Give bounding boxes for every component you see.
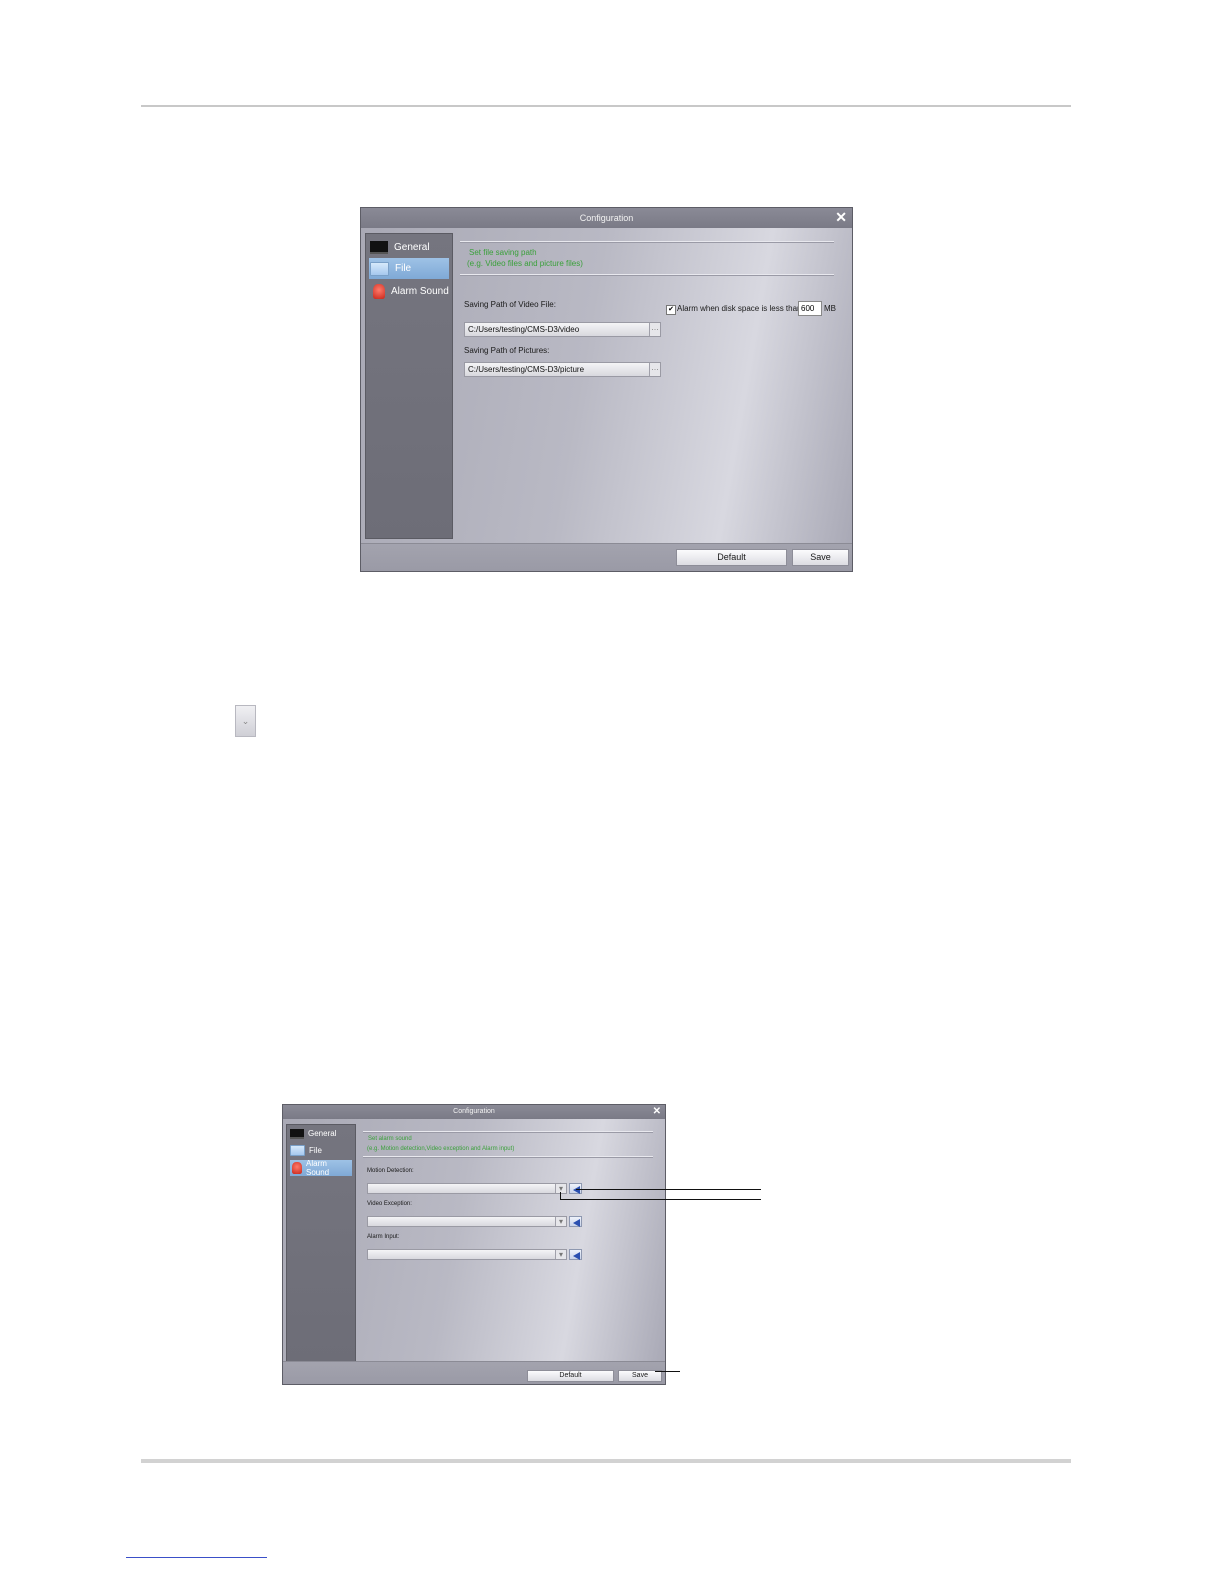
- video-exception-label: Video Exception:: [367, 1201, 412, 1207]
- nav-label: File: [309, 1146, 322, 1155]
- default-button[interactable]: Default: [527, 1370, 614, 1382]
- header-separator-top: [363, 1131, 653, 1132]
- hint-subtitle: (e.g. Video files and picture files): [467, 259, 583, 268]
- callout-line-save: [655, 1371, 680, 1372]
- bottom-rule: [141, 1459, 1071, 1463]
- nav-item-file[interactable]: File: [290, 1143, 352, 1158]
- dialog-titlebar: Configuration: [361, 208, 852, 228]
- alarm-input-label: Alarm Input:: [367, 1234, 400, 1240]
- header-separator-bottom: [363, 1156, 653, 1157]
- hint-title: Set alarm sound: [368, 1136, 412, 1142]
- alarm-disk-checkbox[interactable]: ✔: [666, 305, 676, 315]
- top-rule: [141, 105, 1071, 107]
- nav-label: General: [308, 1129, 337, 1138]
- motion-detection-select[interactable]: ▾: [367, 1183, 567, 1194]
- chevron-down-icon[interactable]: ▾: [555, 1250, 566, 1259]
- alarm-disk-unit: MB: [824, 304, 836, 313]
- callout-line-dropdown: [560, 1199, 761, 1200]
- nav-item-file[interactable]: File: [369, 258, 449, 279]
- nav-label: Alarm Sound: [306, 1159, 330, 1177]
- browse-icon[interactable]: …: [649, 323, 660, 336]
- video-exception-select[interactable]: ▾: [367, 1216, 567, 1227]
- close-icon[interactable]: ✕: [835, 208, 847, 226]
- nav-item-alarm-sound[interactable]: Alarm Sound: [290, 1159, 352, 1177]
- footer-link-underline: [126, 1557, 267, 1558]
- video-path-value: C:/Users/testing/CMS-D3/video: [468, 325, 580, 334]
- nav-item-general[interactable]: General: [369, 237, 449, 257]
- speaker-icon[interactable]: [569, 1216, 582, 1227]
- alarm-icon: [292, 1162, 302, 1174]
- callout-line-speaker: [576, 1189, 761, 1190]
- hint-subtitle: (e.g. Motion detection,Video exception a…: [367, 1146, 515, 1152]
- nav-item-alarm-sound[interactable]: Alarm Sound: [369, 281, 449, 301]
- dialog-title: Configuration: [579, 213, 634, 223]
- alarm-icon: [373, 283, 385, 299]
- default-button[interactable]: Default: [676, 549, 787, 566]
- sidebar: General File Alarm Sound: [286, 1124, 356, 1362]
- hint-title: Set file saving path: [469, 248, 537, 257]
- video-path-label: Saving Path of Video File:: [464, 300, 556, 309]
- header-separator-top: [460, 241, 834, 242]
- video-path-field[interactable]: C:/Users/testing/CMS-D3/video …: [464, 322, 661, 337]
- nav-label: Alarm Sound: [391, 285, 449, 297]
- pictures-path-label: Saving Path of Pictures:: [464, 346, 550, 355]
- nav-label: File: [395, 263, 412, 274]
- monitor-icon: [290, 1128, 304, 1139]
- nav-label: General: [394, 241, 430, 253]
- speaker-icon[interactable]: [569, 1249, 582, 1260]
- header-separator-bottom: [460, 274, 834, 275]
- motion-detection-label: Motion Detection:: [367, 1168, 414, 1174]
- pictures-path-value: C:/Users/testing/CMS-D3/picture: [468, 365, 585, 374]
- alarm-disk-input[interactable]: 600: [798, 301, 822, 316]
- chevron-down-icon[interactable]: ▾: [555, 1217, 566, 1226]
- chevron-down-icon: ⌄: [235, 705, 256, 737]
- alarm-disk-label: Alarm when disk space is less than: [677, 304, 802, 313]
- configuration-dialog-file: Configuration ✕ General File Alarm Sound…: [360, 207, 853, 572]
- dialog-titlebar: Configuration: [283, 1105, 665, 1119]
- browse-icon[interactable]: …: [649, 363, 660, 376]
- folder-icon: [370, 261, 389, 276]
- dialog-title: Configuration: [453, 1108, 495, 1115]
- nav-item-general[interactable]: General: [290, 1126, 352, 1141]
- close-icon[interactable]: ✕: [653, 1105, 661, 1118]
- folder-icon: [290, 1145, 305, 1156]
- monitor-icon: [370, 240, 388, 254]
- alarm-input-select[interactable]: ▾: [367, 1249, 567, 1260]
- configuration-dialog-alarm-sound: Configuration ✕ General File Alarm Sound…: [282, 1104, 666, 1385]
- sidebar: General File Alarm Sound: [365, 233, 453, 539]
- save-button[interactable]: Save: [792, 549, 849, 566]
- pictures-path-field[interactable]: C:/Users/testing/CMS-D3/picture …: [464, 362, 661, 377]
